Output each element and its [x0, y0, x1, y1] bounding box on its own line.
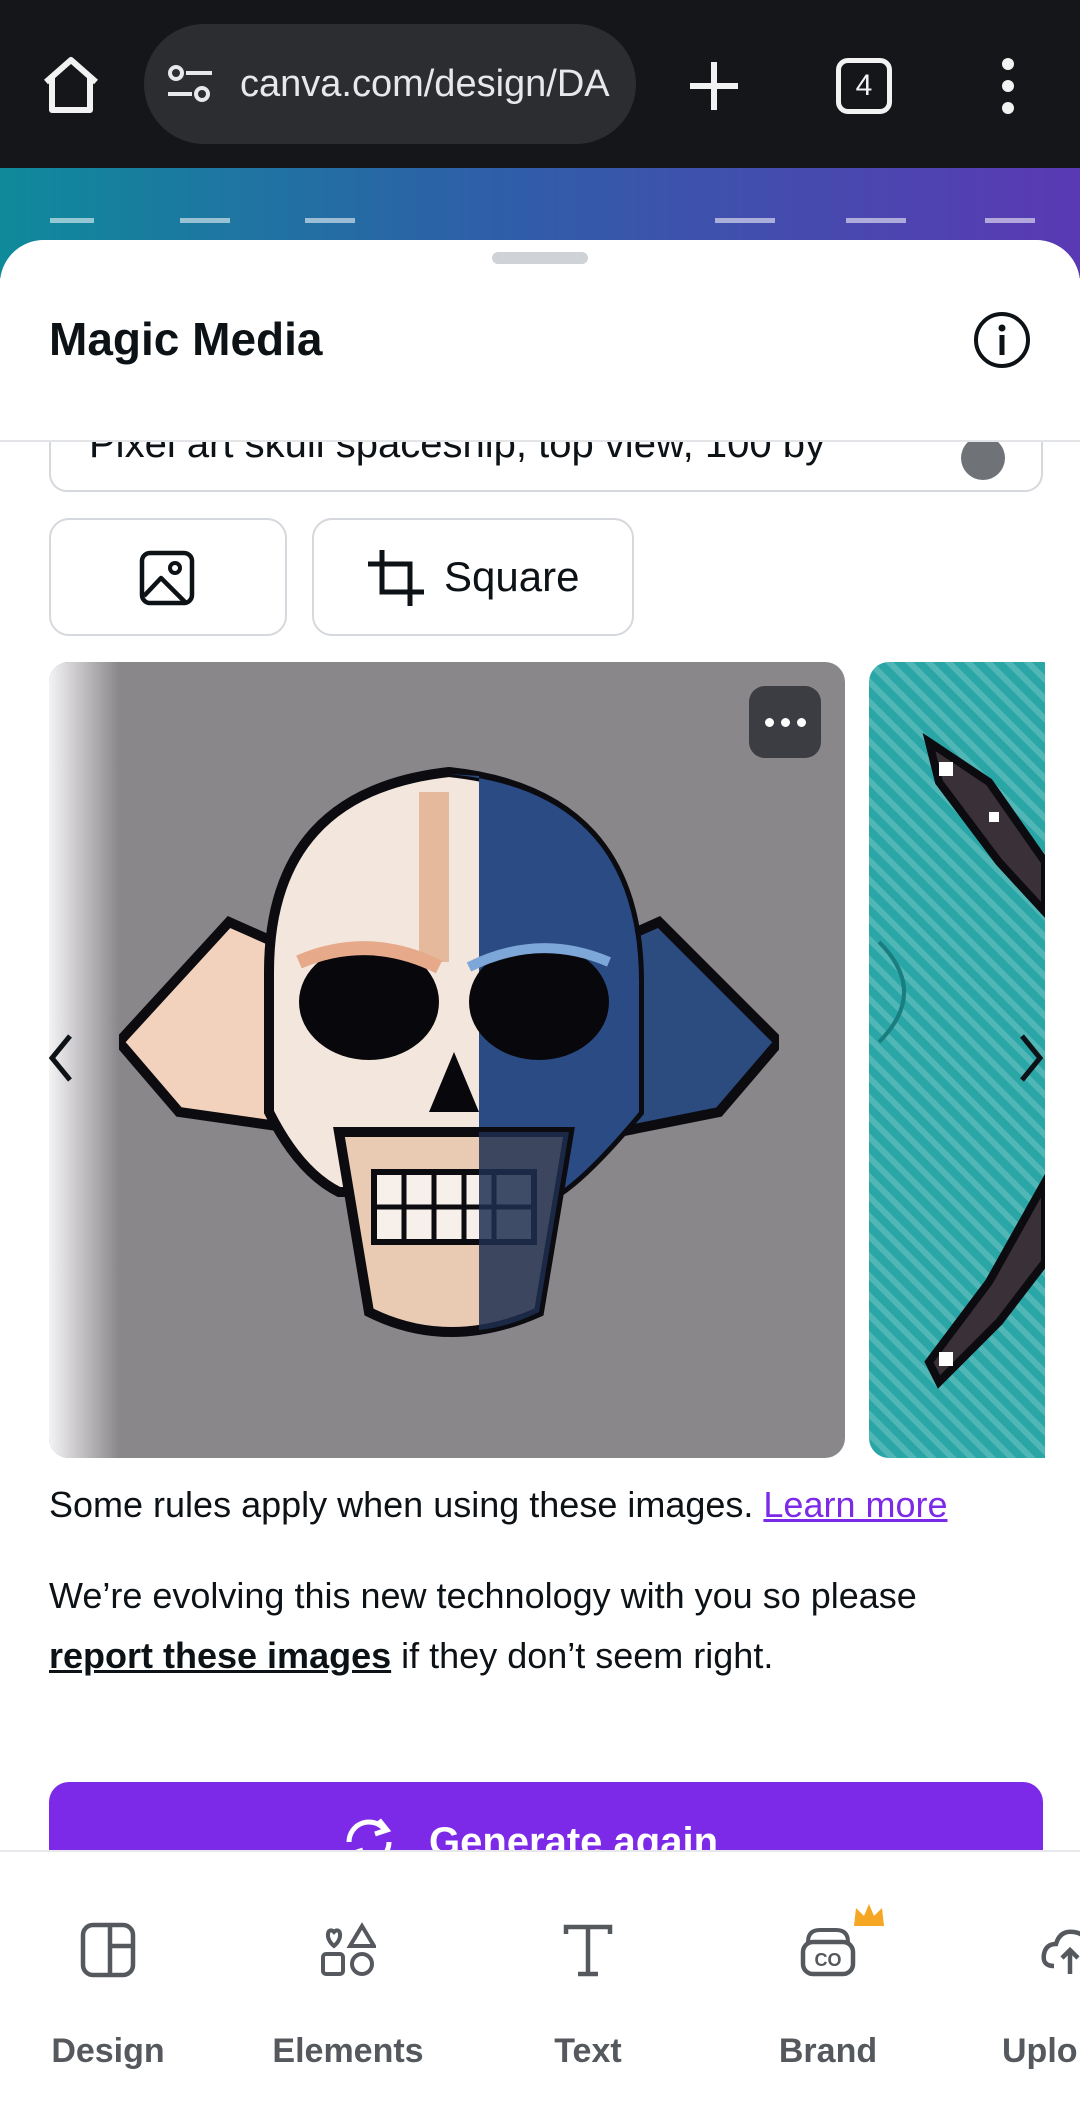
- learn-more-link[interactable]: Learn more: [763, 1484, 947, 1525]
- drag-handle[interactable]: [492, 252, 588, 264]
- nav-brand[interactable]: CO Brand: [718, 1852, 938, 2115]
- info-icon[interactable]: [972, 310, 1032, 370]
- refresh-icon: [346, 1818, 392, 1850]
- aspect-ratio-label: Square: [444, 553, 580, 600]
- nav-uploads[interactable]: Uplo: [958, 1852, 1080, 2115]
- nav-text[interactable]: Text: [478, 1852, 698, 2115]
- results-carousel[interactable]: [0, 662, 1080, 1458]
- nav-brand-label: Brand: [778, 2032, 878, 2070]
- tab-switcher-button[interactable]: 4: [836, 58, 892, 114]
- skull-spaceship-image: [119, 766, 779, 1337]
- nav-design[interactable]: Design: [0, 1852, 218, 2115]
- nav-text-label: Text: [554, 2032, 622, 2070]
- text-icon: [563, 1924, 613, 1977]
- crop-icon: [368, 550, 424, 606]
- chevron-right-icon[interactable]: [1006, 1022, 1054, 1094]
- header-divider: [0, 440, 1080, 442]
- nav-uploads-label: Uplo: [1002, 2032, 1078, 2070]
- generate-again-label: Generate again: [429, 1820, 719, 1850]
- upload-icon: [1041, 1929, 1080, 1974]
- feedback-notice: We’re evolving this new technology with …: [49, 1566, 1039, 1686]
- new-tab-icon[interactable]: [686, 58, 742, 114]
- more-vert-icon[interactable]: [986, 54, 1030, 118]
- report-images-link[interactable]: report these images: [49, 1635, 391, 1676]
- magic-media-sheet: Pixel art skull spaceship, top view, 100…: [0, 240, 1080, 1850]
- sheet-title: Magic Media: [49, 313, 323, 365]
- sheet-header: Magic Media: [0, 240, 1080, 440]
- home-icon[interactable]: [38, 52, 104, 118]
- crown-icon: [854, 1904, 884, 1926]
- design-icon: [80, 1922, 136, 1978]
- elements-icon: [321, 1922, 376, 1976]
- site-settings-icon[interactable]: [166, 64, 214, 104]
- evolving-text: We’re evolving this new technology with …: [49, 1575, 917, 1616]
- address-bar[interactable]: canva.com/design/DA: [144, 24, 636, 144]
- brand-icon: CO: [800, 1928, 856, 1977]
- generated-image-1[interactable]: [49, 662, 845, 1458]
- dot: [765, 718, 774, 727]
- nav-elements-label: Elements: [272, 2032, 424, 2070]
- chevron-left-icon[interactable]: [38, 1022, 86, 1094]
- aspect-ratio-button[interactable]: Square: [312, 518, 634, 636]
- clear-prompt-icon[interactable]: [961, 436, 1005, 480]
- generate-again-button[interactable]: Generate again: [49, 1782, 1043, 1850]
- image-reference-button[interactable]: [49, 518, 287, 636]
- nav-elements[interactable]: Elements: [238, 1852, 458, 2115]
- evolving-tail-text: if they don’t seem right.: [401, 1635, 774, 1676]
- nav-design-label: Design: [51, 2032, 165, 2070]
- rules-notice: Some rules apply when using these images…: [49, 1484, 948, 1526]
- rules-text: Some rules apply when using these images…: [49, 1484, 754, 1525]
- bottom-nav: Design Elements Text CO Brand Uplo: [0, 1850, 1080, 2115]
- image-options-button[interactable]: [749, 686, 821, 758]
- url-text: canva.com/design/DA: [240, 63, 610, 105]
- svg-text:CO: CO: [815, 1950, 842, 1970]
- dot: [781, 718, 790, 727]
- browser-toolbar: canva.com/design/DA 4: [0, 0, 1080, 168]
- image-icon: [139, 550, 195, 606]
- dot: [797, 718, 806, 727]
